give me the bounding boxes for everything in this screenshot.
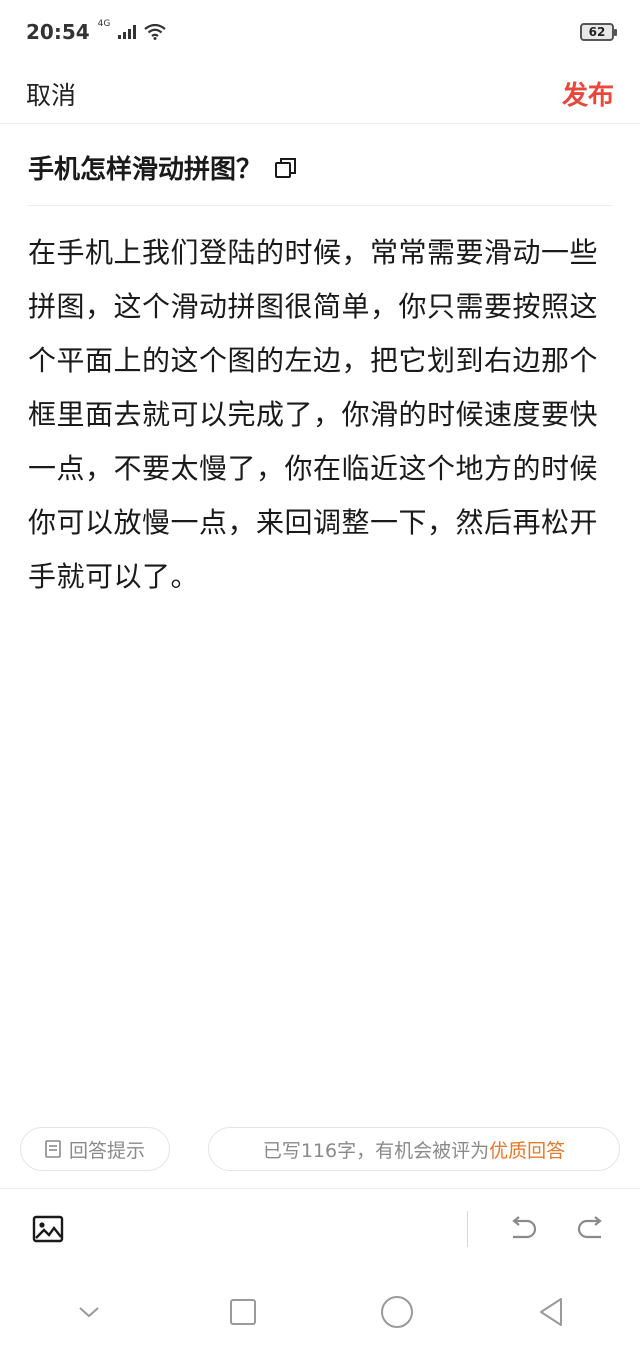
editor-toolbar <box>0 1188 640 1268</box>
cancel-button[interactable]: 取消 <box>26 76 76 112</box>
top-nav: 取消 发布 <box>0 64 640 124</box>
battery-indicator: 62 <box>580 23 617 41</box>
square-icon[interactable] <box>221 1290 265 1334</box>
answer-text-area[interactable]: 在手机上我们登陆的时候，常常需要滑动一些拼图，这个滑动拼图很简单，你只需要按照这… <box>28 226 618 604</box>
system-nav-bar <box>0 1272 640 1351</box>
question-title: 手机怎样滑动拼图？ <box>28 155 263 185</box>
redo-icon[interactable] <box>574 1211 610 1247</box>
chevron-down-icon[interactable] <box>67 1290 111 1334</box>
image-icon[interactable] <box>30 1211 66 1247</box>
signal-icon <box>118 25 137 39</box>
status-left: 20:54 4G <box>26 19 167 44</box>
status-time: 20:54 <box>26 20 90 44</box>
toolbar-divider <box>467 1210 468 1247</box>
word-count-chip: 已写116字，有机会被评为 优质回答 <box>208 1127 620 1171</box>
publish-button[interactable]: 发布 <box>562 75 614 112</box>
circle-icon[interactable] <box>375 1290 419 1334</box>
quality-answer-label: 优质回答 <box>489 1139 566 1162</box>
answer-tips-label: 回答提示 <box>68 1139 145 1162</box>
undo-icon[interactable] <box>504 1211 540 1247</box>
wifi-icon <box>144 24 167 40</box>
hint-row: 回答提示 已写116字，有机会被评为 优质回答 <box>20 1127 620 1171</box>
triangle-back-icon[interactable] <box>529 1290 573 1334</box>
network-type: 4G <box>97 19 111 29</box>
document-icon <box>45 1140 61 1158</box>
word-count-text: 已写116字，有机会被评为 <box>262 1139 490 1162</box>
answer-tips-button[interactable]: 回答提示 <box>20 1127 170 1171</box>
question-header: 手机怎样滑动拼图？ <box>28 130 612 206</box>
answer-editor-screen: 20:54 4G 62 取消 发布 手机怎样滑动拼图？ 在手机上我们登陆的时候，… <box>0 0 640 1351</box>
copy-icon[interactable] <box>274 156 298 180</box>
status-bar: 20:54 4G 62 <box>0 0 640 64</box>
